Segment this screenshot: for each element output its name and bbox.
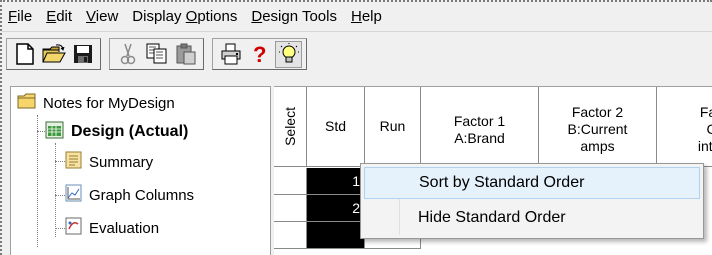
- menu-file[interactable]: File: [2, 2, 39, 32]
- column-header-run[interactable]: Run: [365, 87, 421, 167]
- tree-guide-h3: [55, 195, 65, 196]
- open-folder-icon[interactable]: [40, 41, 67, 68]
- menu-item-hide-standard-order[interactable]: Hide Standard Order: [364, 202, 700, 234]
- menu-edit[interactable]: Edit: [39, 2, 79, 32]
- column-header-label: Std: [324, 118, 346, 134]
- save-disk-icon[interactable]: [69, 41, 96, 68]
- std-cell[interactable]: 1: [307, 168, 365, 195]
- menu-file-mnemonic: F: [8, 7, 18, 25]
- menu-design-tools-rest: esign Tools: [262, 7, 337, 25]
- copy-icon[interactable]: [143, 41, 170, 68]
- std-value: 1: [352, 173, 360, 189]
- menu-help-mnemonic: H: [350, 7, 362, 25]
- column-header-label: Run: [379, 118, 406, 134]
- column-header-label: B:Current: [567, 121, 628, 137]
- print-icon[interactable]: [217, 41, 244, 68]
- tree-guide-h4: [55, 228, 65, 229]
- menu-item-label: Hide Standard Order: [418, 209, 566, 226]
- column-header-label: C: [706, 121, 712, 138]
- column-header-label: Select: [281, 107, 298, 146]
- tree-item-label: Design (Actual): [71, 123, 189, 140]
- menu-design-tools[interactable]: Design Tools: [244, 2, 344, 32]
- summary-icon: [65, 151, 83, 173]
- new-document-icon[interactable]: [11, 41, 38, 68]
- column-header-label: amps: [580, 138, 615, 154]
- menu-display-options-pre: Display: [132, 7, 186, 25]
- tree-guide-line-2: [55, 143, 56, 237]
- tree-guide-h2: [55, 161, 65, 162]
- column-header-factor1[interactable]: Factor 1 A:Brand: [421, 87, 539, 167]
- tree-item-evaluation[interactable]: Evaluation: [65, 216, 159, 240]
- select-cell[interactable]: [274, 195, 307, 222]
- tree-item-label: Graph Columns: [89, 186, 195, 204]
- graph-columns-icon: [65, 184, 83, 206]
- menu-view-rest: iew: [95, 7, 119, 25]
- svg-text:?: ?: [253, 42, 266, 66]
- column-header-std[interactable]: Std: [307, 87, 365, 167]
- select-cell[interactable]: [274, 168, 307, 195]
- column-header-label: inter: [697, 138, 712, 154]
- std-cell[interactable]: [307, 222, 365, 249]
- menu-help-rest: elp: [361, 7, 382, 25]
- column-header-factor3[interactable]: Fac C inter: [657, 87, 712, 167]
- menu-item-sort-by-standard-order[interactable]: Sort by Standard Order: [364, 167, 700, 199]
- tree-item-label: Summary: [89, 153, 154, 171]
- menu-view[interactable]: View: [79, 2, 125, 32]
- paste-icon[interactable]: [172, 41, 199, 68]
- column-header-label: Fac: [699, 104, 712, 120]
- folder-icon: [17, 93, 37, 113]
- tree-item-summary[interactable]: Summary: [65, 150, 153, 174]
- select-cell[interactable]: [274, 222, 307, 249]
- menu-display-options-rest: ptions: [197, 7, 238, 25]
- menu-view-mnemonic: V: [86, 7, 96, 25]
- toolbar-file-group: [6, 38, 101, 70]
- tree-guide-line: [37, 115, 38, 247]
- toolbar-tools-group: ?: [212, 38, 307, 70]
- tree-item-graph-columns[interactable]: Graph Columns: [65, 183, 194, 207]
- toolbar: ?: [2, 34, 712, 74]
- column-header-label: Factor 2: [571, 104, 624, 120]
- column-header-label: A:Brand: [454, 129, 505, 146]
- std-value: 2: [352, 200, 360, 216]
- tree-item-notes[interactable]: Notes for MyDesign: [17, 91, 175, 115]
- tree-item-label: Notes for MyDesign: [43, 94, 175, 112]
- column-header-select[interactable]: Select: [274, 87, 307, 167]
- menu-display-options[interactable]: Display Options: [125, 2, 244, 32]
- design-grid-icon: [45, 120, 65, 144]
- help-question-icon[interactable]: ?: [246, 41, 273, 68]
- menu-display-options-mnemonic: O: [185, 7, 198, 25]
- tip-lightbulb-icon[interactable]: [275, 40, 302, 68]
- tree-item-design-actual[interactable]: Design (Actual): [45, 120, 188, 144]
- column-header-factor2[interactable]: Factor 2 B:Current amps: [539, 87, 657, 167]
- tree-guide-h1: [37, 131, 45, 132]
- tree-item-label: Evaluation: [89, 219, 160, 237]
- menu-edit-rest: dit: [56, 7, 73, 25]
- std-cell[interactable]: 2: [307, 195, 365, 222]
- column-header-label: Factor 1: [453, 112, 506, 129]
- menu-help[interactable]: Help: [344, 2, 389, 32]
- menu-bar: File Edit View Display Options Design To…: [2, 2, 712, 32]
- menu-edit-mnemonic: E: [46, 7, 57, 25]
- toolbar-edit-group: [109, 38, 204, 70]
- context-menu: Sort by Standard Order Hide Standard Ord…: [360, 163, 704, 239]
- cut-scissors-icon[interactable]: [114, 41, 141, 68]
- evaluation-icon: [65, 217, 83, 239]
- menu-item-label: Sort by Standard Order: [419, 174, 585, 191]
- design-tree-panel: Notes for MyDesign Design (Actual) Summa…: [10, 86, 270, 255]
- menu-design-tools-mnemonic: D: [251, 7, 263, 25]
- menu-file-rest: ile: [17, 7, 33, 25]
